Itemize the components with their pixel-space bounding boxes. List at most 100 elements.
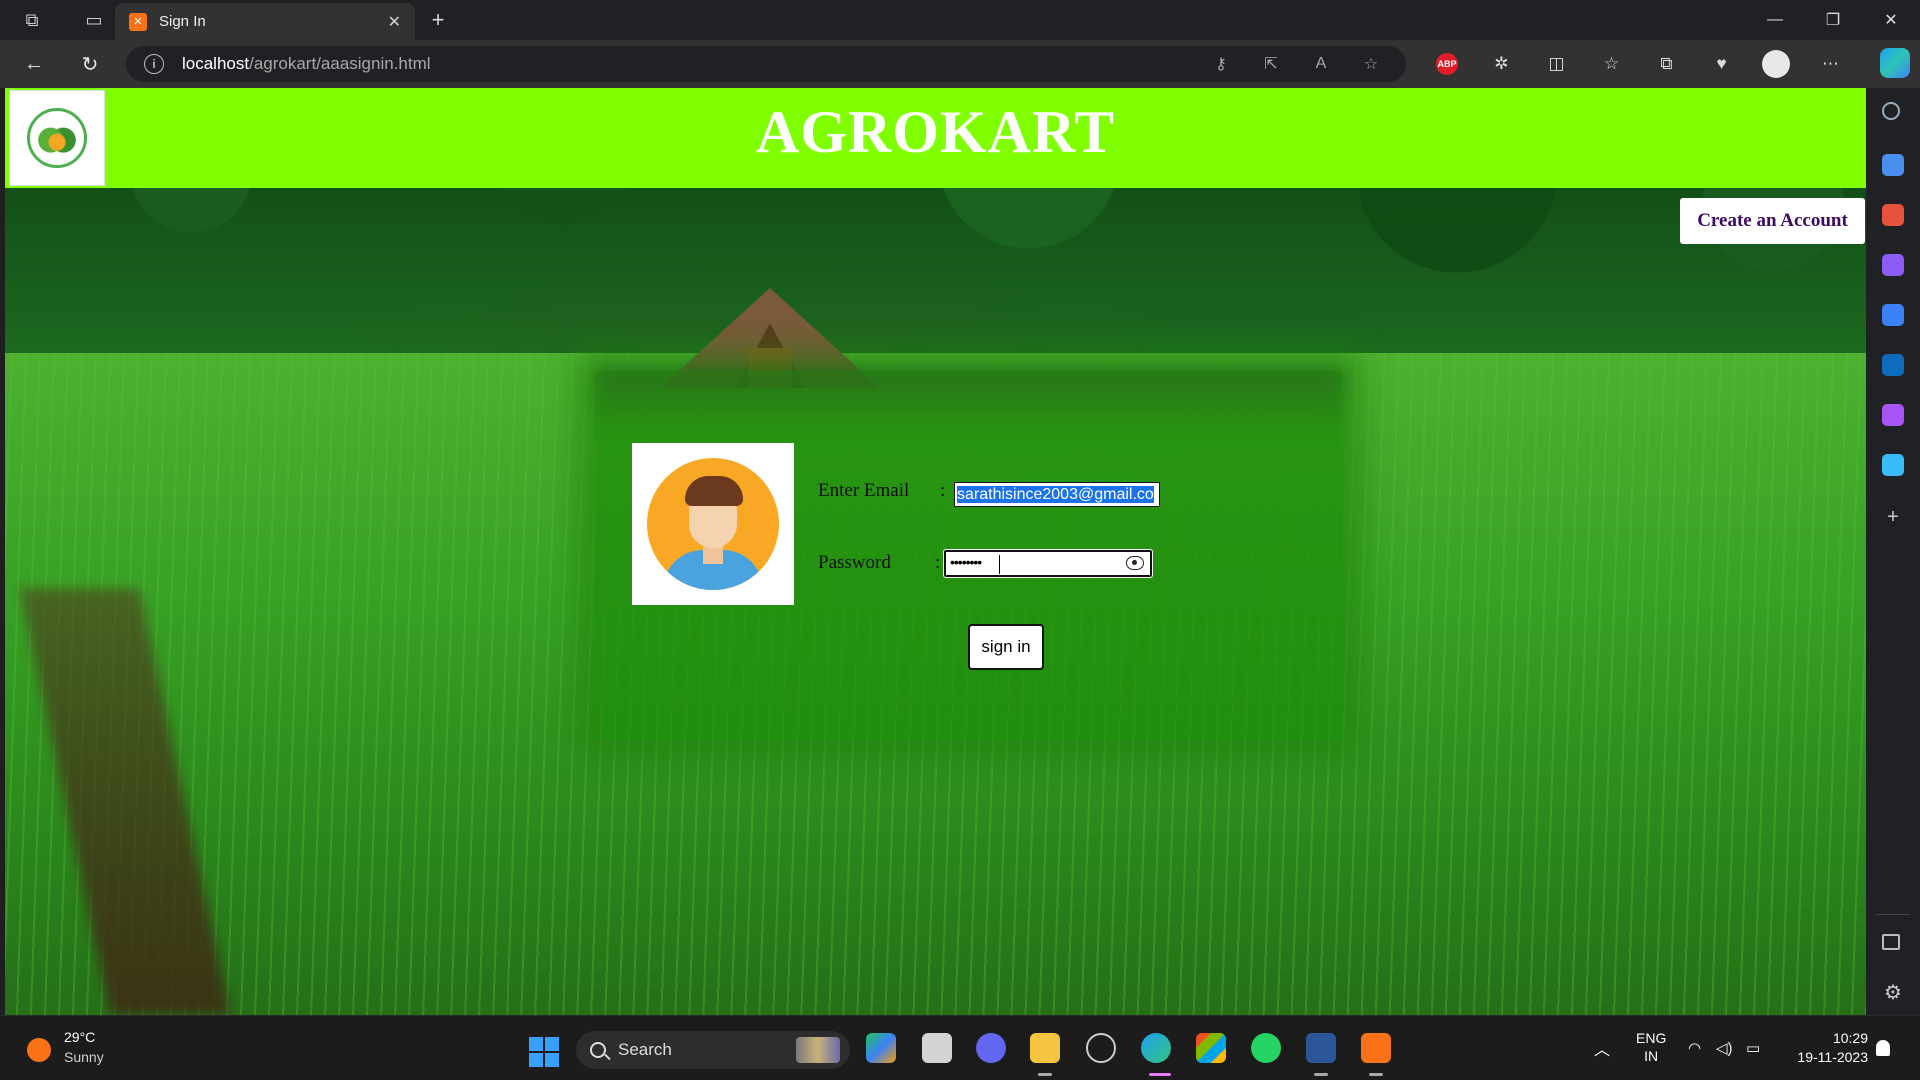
- input-language[interactable]: ENG IN: [1636, 1029, 1666, 1065]
- password-mask: ••••••••: [950, 554, 982, 570]
- wifi-icon[interactable]: ◠: [1688, 1039, 1701, 1057]
- shopping-tag-icon[interactable]: [1882, 154, 1904, 176]
- address-bar-actions: ⚷ ⇱ A ☆: [1196, 46, 1396, 82]
- url-host: localhost: [182, 54, 250, 73]
- password-colon: :: [935, 552, 941, 573]
- copilot-preview-icon[interactable]: [866, 1033, 896, 1063]
- new-tab-icon[interactable]: +: [424, 6, 452, 34]
- show-hidden-icons-chevron-icon[interactable]: ︿: [1594, 1036, 1610, 1060]
- search-label: Search: [618, 1040, 672, 1059]
- profile-avatar[interactable]: [1762, 50, 1790, 78]
- system-clock[interactable]: 10:29 19-11-2023: [1788, 1029, 1868, 1067]
- search-icon[interactable]: [1882, 102, 1900, 120]
- active-indicator: [1369, 1073, 1383, 1076]
- lang-primary: ENG: [1636, 1030, 1667, 1046]
- url-path: /agrokart/aaasignin.html: [249, 54, 431, 73]
- lang-region: IN: [1644, 1048, 1659, 1064]
- task-view-icon[interactable]: [922, 1033, 952, 1063]
- clock-date: 19-11-2023: [1797, 1049, 1868, 1065]
- microsoft-365-icon[interactable]: [1882, 304, 1904, 326]
- read-aloud-icon[interactable]: A: [1296, 55, 1346, 73]
- active-indicator: [1149, 1073, 1171, 1076]
- site-header: AGROKART: [5, 88, 1866, 188]
- sign-in-button[interactable]: sign in: [968, 624, 1044, 670]
- password-field[interactable]: ••••••••: [943, 549, 1153, 578]
- designer-icon[interactable]: [1882, 404, 1904, 426]
- site-title: AGROKART: [5, 98, 1866, 167]
- browser-essentials-icon[interactable]: ♥: [1694, 54, 1749, 74]
- key-icon[interactable]: ⚷: [1196, 54, 1246, 74]
- notification-bell-icon[interactable]: [1876, 1040, 1890, 1056]
- sun-weather-icon[interactable]: [27, 1038, 51, 1062]
- sidebar-settings-icon[interactable]: ⚙: [1882, 982, 1904, 1004]
- password-label: Password: [818, 552, 891, 573]
- search-highlight-image: [796, 1037, 840, 1063]
- edge-sidebar: + ⚙: [1866, 88, 1920, 1015]
- minimize-icon[interactable]: —: [1746, 0, 1804, 40]
- extensions-icon[interactable]: ✲: [1474, 54, 1529, 74]
- word-icon[interactable]: [1306, 1033, 1336, 1063]
- teams-meet-icon[interactable]: [976, 1033, 1006, 1063]
- restore-icon[interactable]: ❐: [1804, 0, 1862, 40]
- volume-icon[interactable]: ◁): [1716, 1039, 1733, 1057]
- xampp-favicon-icon: ✕: [129, 12, 147, 31]
- back-icon[interactable]: ←: [14, 44, 54, 84]
- email-label: Enter Email: [818, 480, 910, 501]
- file-explorer-icon[interactable]: [1030, 1033, 1060, 1063]
- page-viewport: AGROKART Create an Account Enter Email :…: [5, 88, 1866, 1015]
- split-screen-icon[interactable]: ◫: [1529, 54, 1584, 74]
- drop-send-icon[interactable]: [1882, 454, 1904, 476]
- whatsapp-icon[interactable]: [1251, 1033, 1281, 1063]
- games-icon[interactable]: [1882, 254, 1904, 276]
- email-field[interactable]: sarathisince2003@gmail.co: [954, 482, 1160, 507]
- show-password-eye-icon[interactable]: [1126, 556, 1144, 570]
- taskbar-search[interactable]: Search: [576, 1031, 850, 1069]
- adblock-plus-icon[interactable]: ABP: [1436, 53, 1458, 75]
- favorite-star-icon[interactable]: ☆: [1346, 54, 1396, 74]
- workspaces-icon[interactable]: ⧉: [12, 0, 52, 40]
- tools-toolbox-icon[interactable]: [1882, 204, 1904, 226]
- more-menu-icon[interactable]: ⋯: [1803, 54, 1858, 74]
- windows-taskbar: 29°C Sunny Search ︿ ENG IN ◠ ◁) ▭ 10:29 …: [0, 1015, 1920, 1080]
- outlook-icon[interactable]: [1882, 354, 1904, 376]
- close-tab-icon[interactable]: ✕: [388, 12, 401, 32]
- window-controls: — ❐ ✕: [1746, 0, 1920, 40]
- text-caret: [999, 555, 1000, 574]
- dell-icon[interactable]: [1086, 1033, 1116, 1063]
- battery-icon[interactable]: ▭: [1746, 1039, 1760, 1057]
- email-value: sarathisince2003@gmail.co: [957, 486, 1154, 503]
- address-bar[interactable]: i localhost /agrokart/aaasignin.html ⚷ ⇱…: [126, 46, 1406, 82]
- sidebar-divider: [1876, 914, 1910, 915]
- site-info-icon[interactable]: i: [144, 54, 164, 74]
- user-avatar: [632, 443, 794, 605]
- close-window-icon[interactable]: ✕: [1862, 0, 1920, 40]
- avatar-illustration: [647, 458, 779, 590]
- weather-condition[interactable]: Sunny: [64, 1049, 104, 1065]
- microsoft-store-icon[interactable]: [1196, 1033, 1226, 1063]
- favorites-icon[interactable]: ☆: [1584, 54, 1639, 74]
- copilot-icon[interactable]: [1880, 48, 1910, 78]
- search-icon: [590, 1042, 606, 1058]
- active-indicator: [1314, 1073, 1328, 1076]
- tab-sign-in[interactable]: ✕ Sign In ✕: [115, 3, 415, 40]
- refresh-icon[interactable]: ↻: [70, 44, 110, 84]
- hide-sidebar-icon[interactable]: [1882, 934, 1900, 950]
- panel-blur: [595, 368, 1343, 428]
- browser-toolbar: ← ↻ i localhost /agrokart/aaasignin.html…: [0, 40, 1920, 88]
- browser-titlebar: ⧉ ▭ ✕ Sign In ✕ + — ❐ ✕: [0, 0, 1920, 40]
- browser-tools: ABP ✲ ◫ ☆ ⧉ ♥ ⋯: [1420, 44, 1858, 84]
- brand-text: AGROKART: [755, 99, 1116, 165]
- xampp-icon[interactable]: [1361, 1033, 1391, 1063]
- add-sidebar-app-icon[interactable]: +: [1882, 506, 1904, 528]
- create-account-button[interactable]: Create an Account: [1680, 198, 1865, 244]
- edge-browser-icon[interactable]: [1141, 1033, 1171, 1063]
- active-indicator: [1038, 1073, 1052, 1076]
- weather-temperature[interactable]: 29°C: [64, 1029, 95, 1045]
- tab-actions-icon[interactable]: ▭: [74, 0, 114, 40]
- open-in-app-icon[interactable]: ⇱: [1246, 54, 1296, 74]
- email-colon: :: [940, 480, 946, 501]
- collections-icon[interactable]: ⧉: [1639, 54, 1694, 74]
- windows-start-icon[interactable]: [529, 1037, 559, 1067]
- tab-title: Sign In: [159, 13, 206, 30]
- clock-time: 10:29: [1832, 1030, 1868, 1046]
